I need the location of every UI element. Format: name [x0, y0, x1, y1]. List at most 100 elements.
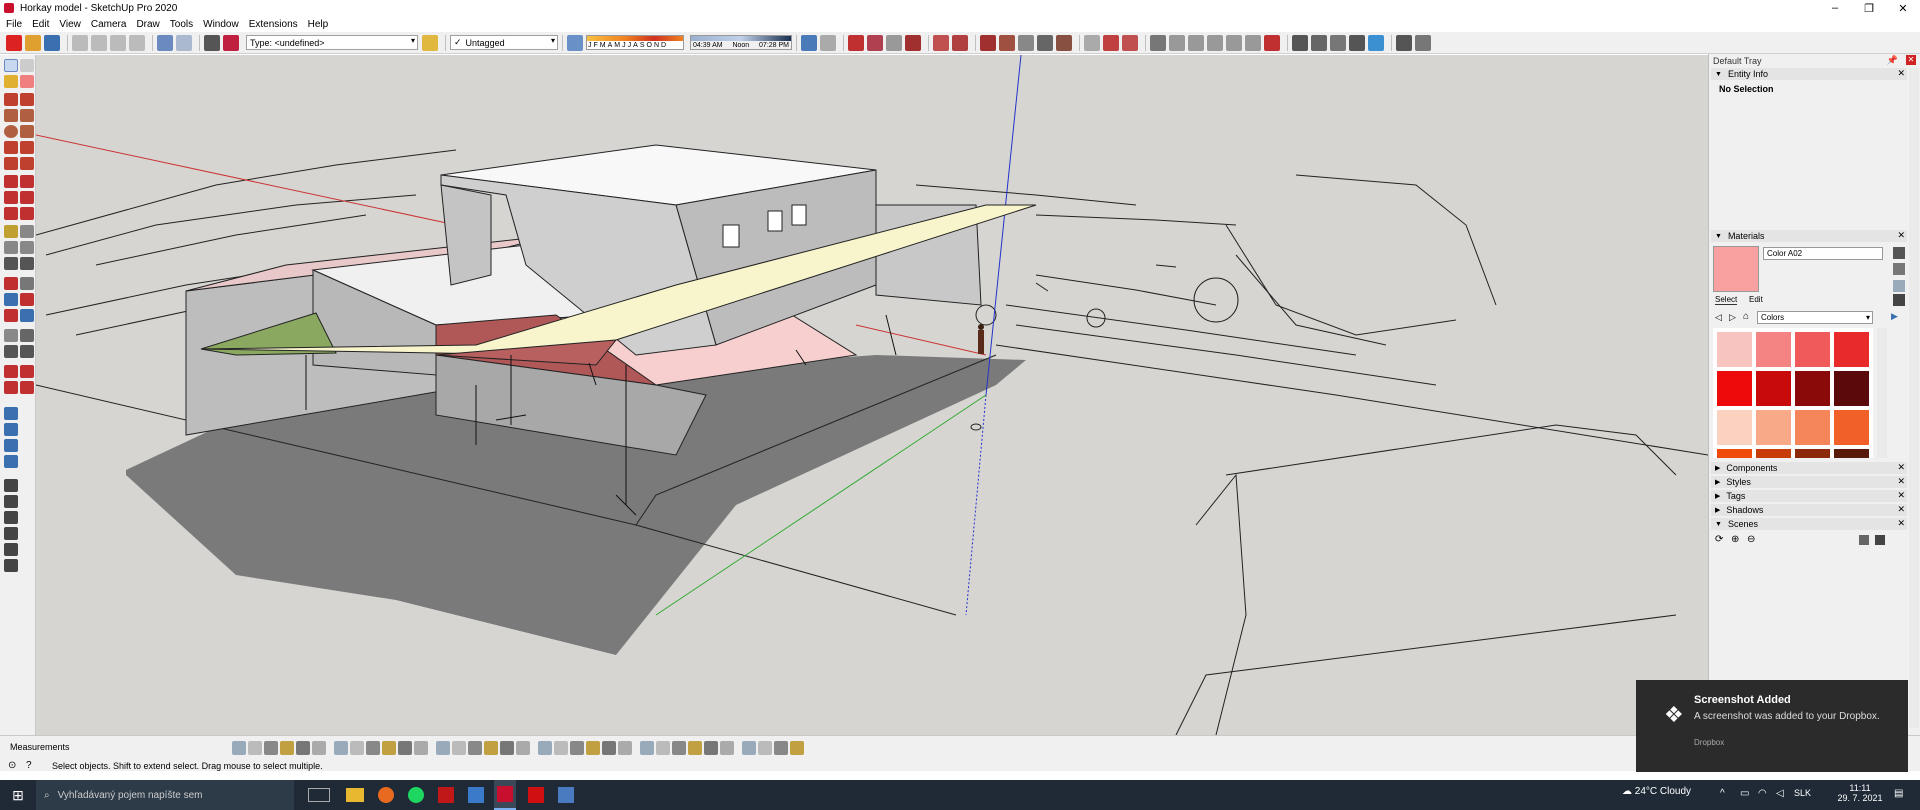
extrude-icon[interactable] [602, 741, 616, 755]
material-swatch[interactable] [1717, 332, 1752, 367]
panel-close-icon[interactable]: ✕ [1897, 476, 1905, 487]
material-swatch[interactable] [1834, 332, 1869, 367]
zoom-window-icon[interactable] [20, 293, 34, 306]
sphere-icon[interactable] [742, 741, 756, 755]
offset-tool-icon[interactable] [20, 207, 34, 220]
paste-icon[interactable] [110, 34, 126, 51]
top-view-icon[interactable] [4, 495, 18, 508]
menu-draw[interactable]: Draw [136, 19, 159, 30]
scenes-header[interactable]: ▼ Scenes ✕ [1711, 518, 1907, 530]
torus-icon[interactable] [774, 741, 788, 755]
model-canvas[interactable] [36, 55, 1708, 735]
panel-close-icon[interactable]: ✕ [1897, 518, 1905, 529]
camera-icon[interactable] [1150, 34, 1166, 51]
shadow-month-slider[interactable]: J F M A M J J A S O N D [586, 35, 684, 50]
label-icon[interactable] [554, 741, 568, 755]
3d-warehouse-icon[interactable] [848, 34, 864, 51]
back-arrow-icon[interactable]: ◁ [1715, 312, 1722, 323]
follow-me-icon[interactable] [20, 191, 34, 204]
section-plane-icon[interactable] [801, 34, 817, 51]
new-file-icon[interactable] [6, 34, 22, 51]
firefox-icon[interactable] [378, 787, 394, 803]
panel-close-icon[interactable]: ✕ [1897, 490, 1905, 501]
flip-edge-icon[interactable] [1056, 34, 1072, 51]
shadows-header[interactable]: ▶ Shadows ✕ [1711, 504, 1907, 516]
smoove-tool-icon[interactable] [4, 439, 18, 452]
hidden-line-icon[interactable] [280, 741, 294, 755]
section-display-icon[interactable] [820, 34, 836, 51]
menu-view[interactable]: View [59, 19, 81, 30]
box-icon[interactable] [720, 741, 734, 755]
rotate-tool-icon[interactable] [4, 191, 18, 204]
cone-icon[interactable] [758, 741, 772, 755]
create-material-icon[interactable] [1893, 247, 1905, 259]
model-info-icon[interactable] [223, 34, 239, 51]
shadows-toggle-icon[interactable] [567, 34, 583, 51]
entity-info-header[interactable]: ▼ Entity Info ✕ [1711, 68, 1907, 80]
pan-icon[interactable] [20, 277, 34, 290]
home-icon[interactable]: ⌂ [1743, 311, 1749, 322]
warehouse-tool-icon[interactable] [4, 365, 18, 378]
outliner-icon[interactable] [398, 741, 412, 755]
help-icon[interactable]: ? [26, 760, 32, 771]
axes-icon[interactable] [1084, 34, 1100, 51]
door-tool-icon[interactable] [656, 741, 670, 755]
xray-icon[interactable] [232, 741, 246, 755]
spotify-icon[interactable] [408, 787, 424, 803]
back-edges-icon[interactable] [248, 741, 262, 755]
rotated-rectangle-icon[interactable] [20, 109, 34, 122]
tray-scrollbar[interactable] [1909, 68, 1919, 728]
extension-warehouse-icon[interactable] [886, 34, 902, 51]
polygon-tool-icon[interactable] [20, 125, 34, 138]
cloud-sync-icon[interactable] [586, 741, 600, 755]
scene-details-icon[interactable] [1875, 535, 1885, 545]
layout-tool-icon[interactable] [20, 381, 34, 394]
remove-scene-icon[interactable]: ⊖ [1747, 534, 1755, 545]
smoove-icon[interactable] [1037, 34, 1053, 51]
materials-header[interactable]: ▼ Materials ✕ [1711, 230, 1907, 242]
tab-select[interactable]: Select [1715, 295, 1738, 305]
settings-icon[interactable] [790, 741, 804, 755]
default-material-icon[interactable] [1893, 280, 1905, 292]
pin-icon[interactable]: 📌 [1887, 55, 1898, 66]
rectangle-tool-icon[interactable] [4, 109, 18, 122]
show-hidden-icons-icon[interactable]: ^ [1720, 788, 1725, 799]
components-header[interactable]: ▶ Components ✕ [1711, 462, 1907, 474]
shaded-icon[interactable] [296, 741, 310, 755]
tag-combo[interactable]: ✓ Untagged ▾ [450, 35, 558, 50]
weather-widget[interactable]: ☁ 24°C Cloudy [1622, 786, 1691, 797]
menu-tools[interactable]: Tools [170, 19, 193, 30]
material-swatch[interactable] [1717, 371, 1752, 406]
material-name-field[interactable]: Color A02 [1763, 247, 1883, 260]
solid-tools-icon[interactable] [933, 34, 949, 51]
ruler-icon[interactable] [516, 741, 530, 755]
dimension-icon[interactable] [1103, 34, 1119, 51]
sketchup-taskbar-icon[interactable] [494, 780, 516, 810]
material-sample-icon[interactable] [1893, 263, 1905, 275]
protractor-style-icon[interactable] [500, 741, 514, 755]
look-around-tool-icon[interactable] [20, 329, 34, 342]
notifications-icon[interactable]: ▤ [1894, 788, 1903, 799]
material-swatch[interactable] [1756, 371, 1791, 406]
protractor-icon[interactable] [4, 241, 18, 254]
wifi-icon[interactable]: ◠ [1758, 788, 1767, 799]
menu-file[interactable]: File [6, 19, 22, 30]
line-tool-icon[interactable] [4, 93, 18, 106]
tape-measure-icon[interactable] [4, 225, 18, 238]
material-swatch[interactable] [1795, 449, 1830, 458]
share-model-icon[interactable] [20, 365, 34, 378]
view-front-icon[interactable] [1207, 34, 1223, 51]
sun-icon[interactable] [468, 741, 482, 755]
scale-tool-icon[interactable] [4, 207, 18, 220]
material-swatch[interactable] [1756, 332, 1791, 367]
menu-help[interactable]: Help [308, 19, 329, 30]
text-label-icon[interactable] [20, 241, 34, 254]
right-view-icon[interactable] [4, 527, 18, 540]
menu-camera[interactable]: Camera [91, 19, 127, 30]
print-icon[interactable] [204, 34, 220, 51]
freehand-tool-icon[interactable] [20, 93, 34, 106]
grid-icon[interactable] [688, 741, 702, 755]
walk-icon[interactable] [1415, 34, 1431, 51]
material-swatch[interactable] [1717, 449, 1752, 458]
position-camera-icon[interactable] [4, 329, 18, 342]
